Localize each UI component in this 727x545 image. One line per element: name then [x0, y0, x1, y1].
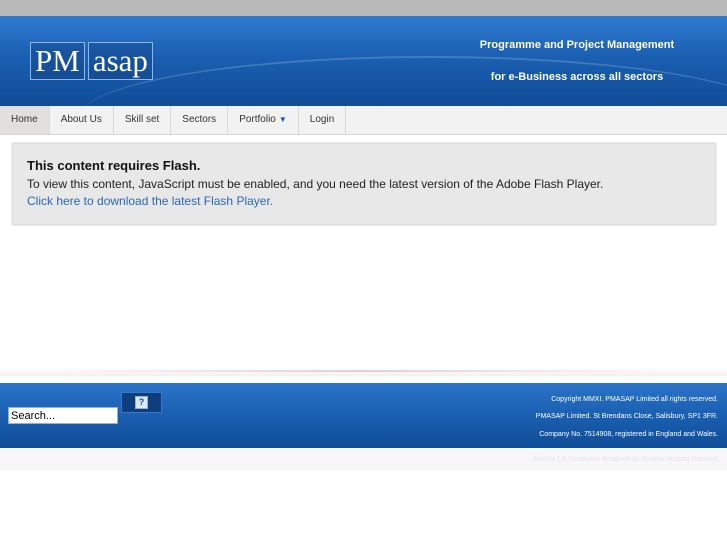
nav-item-portfolio[interactable]: Portfolio ▼: [228, 106, 299, 134]
top-band: [0, 0, 727, 16]
flash-notice: This content requires Flash. To view thi…: [12, 143, 716, 225]
main-nav: Home About Us Skill set Sectors Portfoli…: [0, 106, 727, 135]
site-header: PM asap Programme and Project Management…: [0, 16, 727, 106]
tagline-line-2: for e-Business across all sectors: [490, 71, 664, 83]
nav-item-login[interactable]: Login: [299, 106, 347, 134]
help-icon: ?: [135, 396, 148, 409]
content-separator: [0, 368, 727, 376]
copyright-line-3: Company No. 7514908, registered in Engla…: [539, 431, 718, 438]
nav-item-about-us[interactable]: About Us: [50, 106, 114, 134]
separator-shadow: [60, 370, 660, 372]
nav-item-skill-set[interactable]: Skill set: [114, 106, 172, 134]
nav-item-home[interactable]: Home: [0, 106, 50, 134]
logo-part-pm: PM: [30, 42, 85, 80]
copyright-line-2: PMASAP Limited. St Brendans Close, Salis…: [535, 413, 718, 420]
download-flash-link[interactable]: Click here to download the latest Flash …: [27, 194, 273, 208]
nav-item-portfolio-label: Portfolio: [239, 114, 276, 125]
site-logo[interactable]: PM asap: [30, 42, 156, 80]
nav-item-sectors[interactable]: Sectors: [171, 106, 229, 134]
site-footer: ? Copyright MMXI. PMASAP Limited all rig…: [0, 383, 727, 448]
tagline-line-1: Programme and Project Management: [479, 39, 675, 51]
flash-notice-description: To view this content, JavaScript must be…: [27, 177, 604, 191]
search-help-button[interactable]: ?: [121, 392, 162, 413]
template-credit[interactable]: Joomla 1.6 Templates designed by Joomla …: [532, 456, 718, 463]
logo-part-asap: asap: [87, 42, 153, 80]
chevron-down-icon: ▼: [278, 115, 287, 124]
flash-notice-title: This content requires Flash.: [27, 158, 201, 173]
search-input[interactable]: [8, 407, 118, 424]
copyright-line-1: Copyright MMXI. PMASAP Limited all right…: [551, 396, 718, 403]
